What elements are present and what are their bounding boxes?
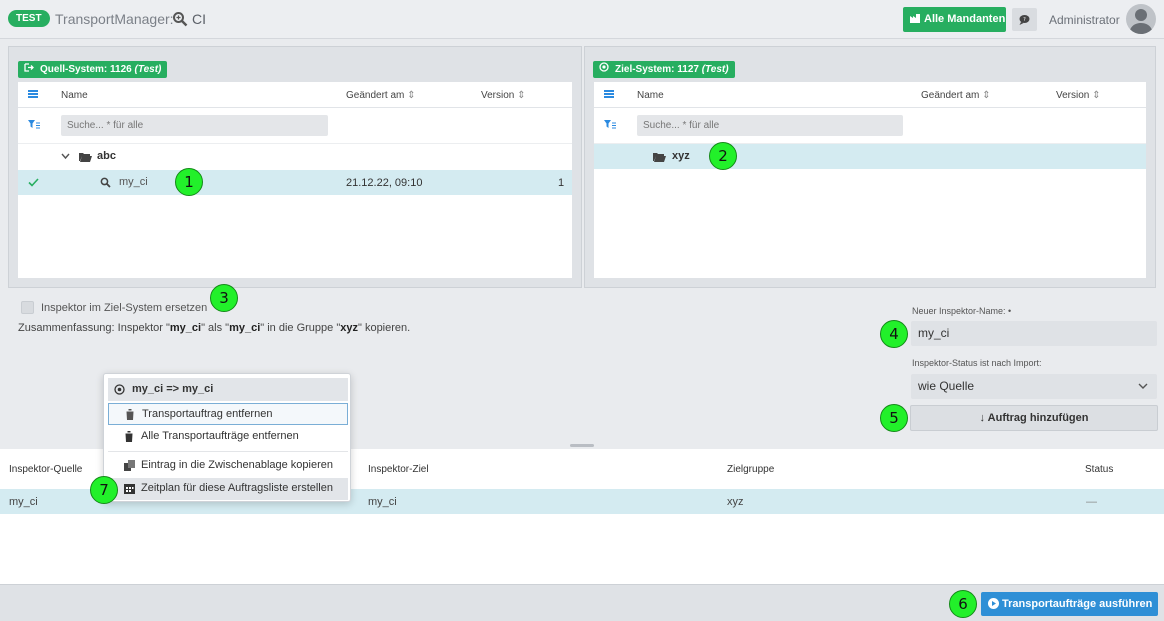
magnifier-icon xyxy=(173,12,188,27)
filter-row: Suche... * für alle xyxy=(18,108,572,144)
context-menu: my_ci => my_ci Transportauftrag entferne… xyxy=(103,373,351,502)
columns-menu-icon[interactable] xyxy=(28,90,38,98)
source-system-badge: Quell-System: 1126 (Test) xyxy=(18,61,168,78)
tree-folder-row[interactable]: abc xyxy=(18,144,572,169)
top-bar: TEST TransportManager: CI Alle Mandanten… xyxy=(0,0,1164,39)
column-name[interactable]: Name xyxy=(637,90,664,101)
target-system-badge: Ziel-System: 1127 (Test) xyxy=(593,61,735,78)
chat-button[interactable]: ? xyxy=(1012,8,1037,31)
new-name-label: Neuer Inspektor-Name: • xyxy=(912,306,1012,316)
status-select-value: wie Quelle xyxy=(918,379,975,393)
folder-open-icon xyxy=(653,153,666,162)
row-status: — xyxy=(1086,496,1097,508)
run-transports-label: Transportaufträge ausführen xyxy=(1002,598,1153,610)
source-tree-table: Name Geändert am ⇕ Version ⇕ Suche... * … xyxy=(18,82,572,278)
status-select[interactable]: wie Quelle xyxy=(911,374,1157,399)
folder-label: xyz xyxy=(672,150,690,162)
resize-handle[interactable] xyxy=(570,444,594,447)
check-icon xyxy=(28,178,39,187)
column-inspector-target[interactable]: Inspektor-Ziel xyxy=(368,464,429,475)
column-version[interactable]: Version ⇕ xyxy=(1056,90,1101,101)
play-circle-icon xyxy=(988,598,999,609)
menu-item-remove-order[interactable]: Transportauftrag entfernen xyxy=(108,403,348,425)
user-icon xyxy=(1129,9,1153,34)
svg-text:?: ? xyxy=(1023,17,1026,23)
marker-2: 2 xyxy=(709,142,737,170)
source-system-panel: Quell-System: 1126 (Test) Name Geändert … xyxy=(8,46,582,288)
arrow-down-icon: ↓ xyxy=(979,412,986,424)
column-target-group[interactable]: Zielgruppe xyxy=(727,464,774,475)
environment-badge: TEST xyxy=(8,10,50,27)
marker-6: 6 xyxy=(949,590,977,618)
object-name: CI xyxy=(192,11,206,27)
folder-label: abc xyxy=(97,150,116,162)
item-name: my_ci xyxy=(119,176,148,188)
marker-3: 3 xyxy=(210,284,238,312)
column-changed[interactable]: Geändert am ⇕ xyxy=(346,90,416,101)
menu-item-remove-all-orders[interactable]: Alle Transportaufträge entfernen xyxy=(108,426,348,448)
context-menu-title: my_ci => my_ci xyxy=(108,378,348,401)
menu-item-create-schedule[interactable]: Zeitplan für diese Auftragsliste erstell… xyxy=(108,478,348,500)
column-inspector-source[interactable]: Inspektor-Quelle xyxy=(9,464,82,475)
factory-icon xyxy=(910,14,920,23)
trash-icon xyxy=(125,409,135,420)
source-search-input[interactable]: Suche... * für alle xyxy=(61,115,328,136)
sign-out-icon xyxy=(24,63,34,72)
chevron-down-icon[interactable] xyxy=(61,153,70,160)
copy-icon xyxy=(124,460,135,471)
inspector-icon xyxy=(100,177,111,188)
replace-inspector-checkbox[interactable] xyxy=(21,301,34,314)
filter-row: Suche... * für alle xyxy=(594,108,1146,144)
menu-divider xyxy=(108,451,348,452)
row-source: my_ci xyxy=(9,496,38,508)
row-target: my_ci xyxy=(368,496,397,508)
filter-icon[interactable] xyxy=(604,120,616,130)
table-header: Name Geändert am ⇕ Version ⇕ xyxy=(594,82,1146,108)
tree-item-row[interactable]: my_ci 21.12.22, 09:10 1 xyxy=(18,170,572,195)
marker-4: 4 xyxy=(880,320,908,348)
chevron-down-icon xyxy=(1138,383,1148,389)
target-search-input[interactable]: Suche... * für alle xyxy=(637,115,903,136)
column-changed[interactable]: Geändert am ⇕ xyxy=(921,90,991,101)
columns-menu-icon[interactable] xyxy=(604,90,614,98)
target-tree-table: Name Geändert am ⇕ Version ⇕ Suche... * … xyxy=(594,82,1146,278)
dot-circle-icon xyxy=(599,62,609,72)
item-version: 1 xyxy=(558,177,565,189)
status-label: Inspektor-Status ist nach Import: xyxy=(912,358,1042,368)
add-order-button[interactable]: ↓ Auftrag hinzufügen xyxy=(910,405,1158,431)
column-name[interactable]: Name xyxy=(61,90,88,101)
item-changed: 21.12.22, 09:10 xyxy=(346,177,423,189)
all-clients-button[interactable]: Alle Mandanten xyxy=(903,7,1006,32)
column-version[interactable]: Version ⇕ xyxy=(481,90,526,101)
tree-folder-row[interactable]: xyz xyxy=(594,144,1146,169)
marker-5: 5 xyxy=(880,404,908,432)
run-transports-button[interactable]: Transportaufträge ausführen xyxy=(981,592,1158,616)
new-name-input[interactable]: my_ci xyxy=(911,321,1157,346)
trash-icon xyxy=(124,431,134,442)
all-clients-label: Alle Mandanten xyxy=(924,13,1006,25)
marker-7: 7 xyxy=(90,476,118,504)
filter-icon[interactable] xyxy=(28,120,40,130)
column-status[interactable]: Status xyxy=(1085,464,1113,475)
folder-open-icon xyxy=(79,153,92,162)
dot-circle-icon xyxy=(114,384,125,395)
summary-text: Zusammenfassung: Inspektor "my_ci" als "… xyxy=(18,322,411,334)
calendar-icon xyxy=(124,484,135,494)
user-name[interactable]: Administrator xyxy=(1049,13,1120,27)
marker-1: 1 xyxy=(175,168,203,196)
menu-item-copy-clipboard[interactable]: Eintrag in die Zwischenablage kopieren xyxy=(108,455,348,477)
row-group: xyz xyxy=(727,496,744,508)
add-order-label: Auftrag hinzufügen xyxy=(987,412,1089,424)
chat-icon: ? xyxy=(1019,15,1030,25)
avatar[interactable] xyxy=(1126,4,1156,34)
table-header: Name Geändert am ⇕ Version ⇕ xyxy=(18,82,572,108)
target-system-panel: Ziel-System: 1127 (Test) Name Geändert a… xyxy=(584,46,1156,288)
replace-inspector-label[interactable]: Inspektor im Ziel-System ersetzen xyxy=(41,302,207,314)
app-title: TransportManager: xyxy=(55,11,174,27)
